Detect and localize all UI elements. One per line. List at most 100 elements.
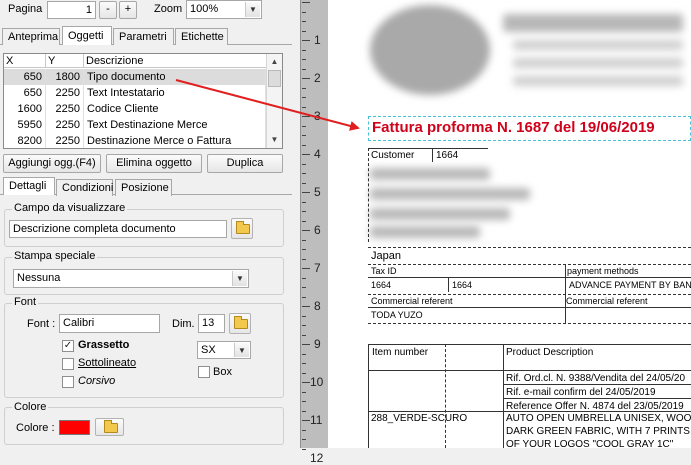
ruler-tick (302, 154, 310, 155)
document-heading[interactable]: Fattura proforma N. 1687 del 19/06/2019 (372, 119, 655, 136)
page-next-button[interactable]: + (119, 1, 137, 19)
font-size-field[interactable]: 13 (198, 314, 225, 333)
ruler-tick (302, 59, 306, 60)
table-scrollbar[interactable]: ▲ ▼ (266, 54, 282, 148)
cell-x: 650 (4, 85, 46, 101)
underline-label: Sottolineato (78, 357, 137, 369)
ruler-tick (302, 449, 306, 450)
cell-descrizione: Tipo documento (84, 69, 266, 85)
ruler-tick (302, 230, 310, 231)
payment-label: payment methods (567, 266, 639, 276)
payment-value: ADVANCE PAYMENT BY BAN (569, 280, 691, 290)
column-header-y[interactable]: Y (46, 54, 84, 68)
chevron-down-icon: ▼ (245, 2, 260, 17)
chevron-down-icon: ▼ (232, 271, 247, 286)
table-row[interactable]: 1600 2250 Codice Cliente (4, 101, 266, 117)
ruler-tick (302, 78, 310, 79)
commercial-referent-value: TODA YUZO (371, 310, 423, 320)
scroll-down-icon[interactable]: ▼ (268, 133, 281, 146)
bold-checkbox[interactable]: ✓ (62, 340, 74, 352)
email-confirm-line: Rif. e-mail confirm del 24/05/2019 (506, 387, 656, 398)
ruler-number: 10 (310, 375, 324, 389)
color-swatch[interactable] (59, 420, 90, 435)
table-row[interactable]: 8200 2250 Destinazione Merce o Fattura (4, 133, 266, 148)
ruler-number: 7 (314, 261, 321, 275)
color-picker-button[interactable] (95, 418, 124, 436)
ruler-number: 9 (314, 337, 321, 351)
ruler-tick (302, 363, 306, 364)
ruler-tick (302, 420, 310, 421)
ruler-tick (302, 88, 306, 89)
box-label: Box (213, 366, 232, 378)
ruler-tick (302, 173, 306, 174)
column-header-descrizione[interactable]: Descrizione (84, 54, 266, 68)
cell-x: 8200 (4, 133, 46, 148)
customer-value: 1664 (436, 150, 459, 161)
ruler-tick (302, 116, 310, 117)
align-value: SX (201, 344, 216, 356)
delete-object-button[interactable]: Elimina oggetto (106, 154, 202, 173)
ruler-tick (302, 221, 306, 222)
product-line-2: DARK GREEN FABRIC, WITH 7 PRINTS + 1 O (506, 426, 691, 437)
ruler-tick (302, 325, 306, 326)
campo-field[interactable]: Descrizione completa documento (9, 220, 227, 238)
country-text: Japan (371, 250, 401, 262)
font-browse-button[interactable] (229, 313, 251, 334)
italic-checkbox[interactable] (62, 376, 74, 388)
font-field[interactable]: Calibri (59, 314, 160, 333)
page-prev-button[interactable]: - (99, 1, 117, 19)
ruler-tick (302, 50, 306, 51)
ruler-tick (302, 107, 306, 108)
ruler-tick (302, 211, 306, 212)
ruler-tick (302, 145, 306, 146)
tab-parametri[interactable]: Parametri (113, 28, 174, 45)
folder-icon (234, 316, 248, 329)
table-row[interactable]: 650 2250 Text Intestatario (4, 85, 266, 101)
scroll-thumb[interactable] (268, 70, 281, 87)
tab-dettagli[interactable]: Dettagli (3, 177, 55, 195)
cell-descrizione: Destinazione Merce o Fattura (84, 133, 266, 148)
ruler-tick (302, 40, 310, 41)
company-name-blurred (503, 14, 683, 32)
box-checkbox[interactable] (198, 366, 210, 378)
column-header-x[interactable]: X (4, 54, 46, 68)
chevron-down-icon: ▼ (234, 343, 249, 357)
duplicate-button[interactable]: Duplica (207, 154, 283, 173)
stampa-select[interactable]: Nessuna ▼ (13, 269, 249, 288)
tab-anteprima[interactable]: Anteprima (2, 28, 60, 45)
table-row[interactable]: 5950 2250 Text Destinazione Merce (4, 117, 266, 133)
underline-checkbox[interactable] (62, 358, 74, 370)
cell-y: 2250 (46, 117, 84, 133)
tab-oggetti[interactable]: Oggetti (62, 26, 112, 45)
ruler-number: 4 (314, 147, 321, 161)
item-code: 288_VERDE-SCURO (371, 413, 468, 424)
ruler-tick (302, 411, 306, 412)
ruler-tick (302, 192, 310, 193)
dim-label: Dim. (172, 318, 195, 330)
tab-etichette[interactable]: Etichette (175, 28, 228, 45)
ruler-tick (302, 202, 306, 203)
add-object-button[interactable]: Aggiungi ogg.(F4) (3, 154, 101, 173)
cell-y: 1800 (46, 69, 84, 85)
cell-descrizione: Text Destinazione Merce (84, 117, 266, 133)
page-input[interactable]: 1 (47, 1, 96, 19)
cell-y: 2250 (46, 101, 84, 117)
tab-posizione[interactable]: Posizione (115, 179, 172, 196)
ruler-tick (302, 126, 306, 127)
align-select[interactable]: SX ▼ (197, 341, 251, 359)
campo-browse-button[interactable] (231, 218, 253, 239)
objects-table[interactable]: X Y Descrizione 650 1800 Tipo documento … (3, 53, 283, 149)
cell-descrizione: Text Intestatario (84, 85, 266, 101)
font-title: Font (12, 296, 39, 308)
scroll-up-icon[interactable]: ▲ (268, 55, 281, 68)
product-description-header: Product Description (506, 347, 594, 358)
ruler-number: 2 (314, 71, 321, 85)
table-row[interactable]: 650 1800 Tipo documento (4, 69, 266, 85)
company-logo (370, 5, 490, 95)
tab-condizioni[interactable]: Condizioni (56, 179, 113, 196)
ruler-tick (302, 439, 306, 440)
ruler-tick (302, 382, 310, 383)
ruler-number: 11 (310, 413, 323, 427)
zoom-select[interactable]: 100% ▼ (186, 0, 262, 19)
ruler-number: 5 (314, 185, 321, 199)
